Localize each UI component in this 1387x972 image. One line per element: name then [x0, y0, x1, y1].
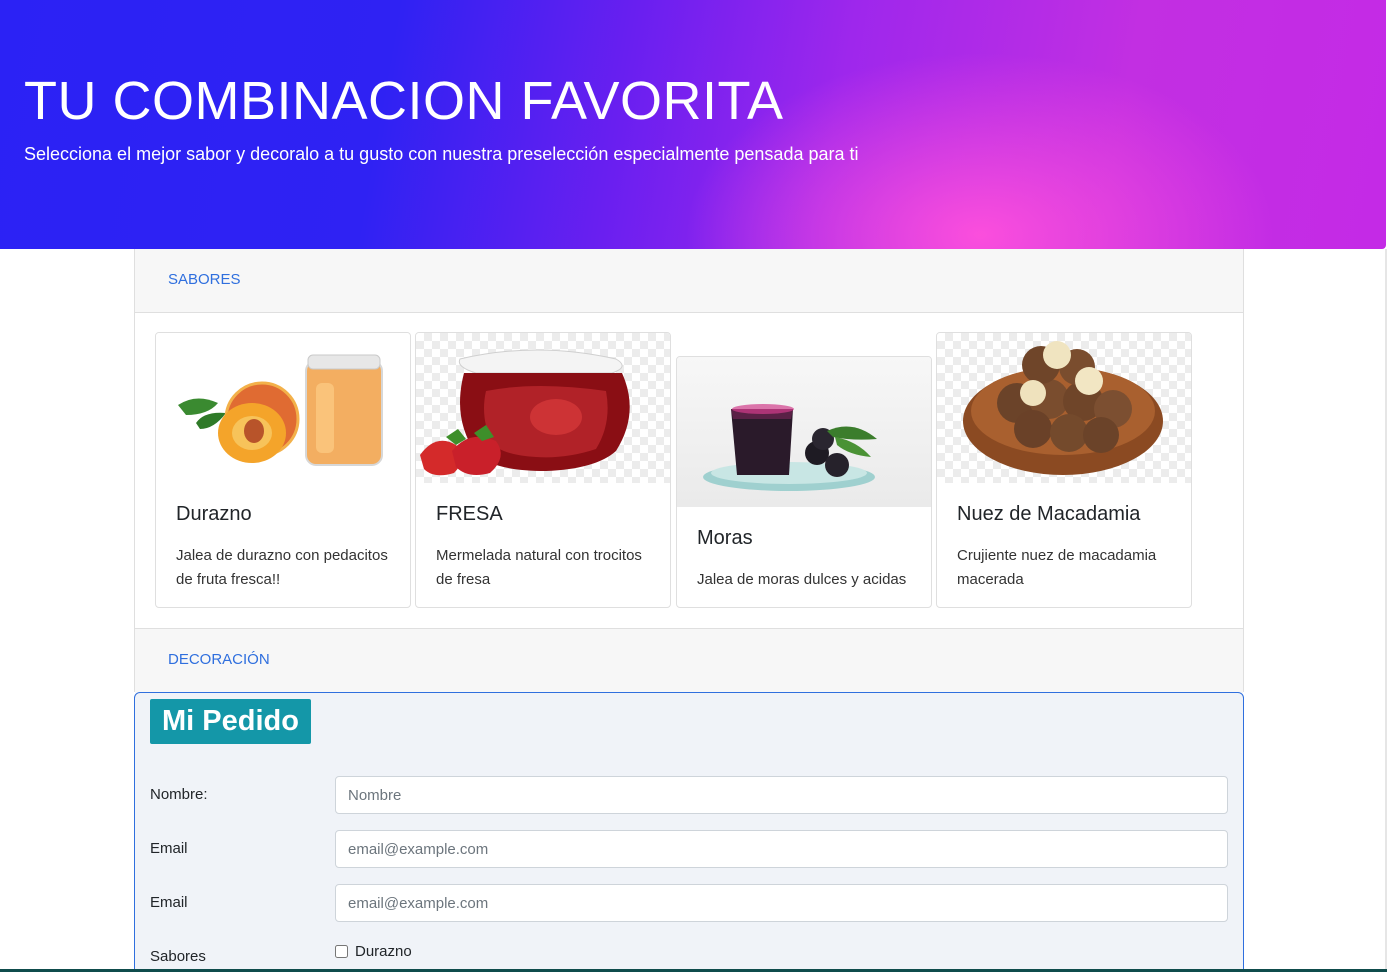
card-fresa[interactable]: FRESA Mermelada natural con trocitos de … — [415, 332, 671, 608]
sabores-link[interactable]: SABORES — [168, 271, 241, 288]
card-title: Moras — [697, 527, 753, 549]
sabores-panel: SABORES Durazno Jalea de durazno con ped… — [134, 249, 1244, 629]
flavor-cards: Durazno Jalea de durazno con pedacitos d… — [135, 313, 1243, 628]
checkbox-durazno[interactable] — [335, 944, 348, 958]
card-text: Jalea de moras dulces y acidas — [697, 571, 907, 588]
email2-input[interactable] — [335, 884, 1228, 922]
checkbox-durazno-row: Durazno — [335, 941, 412, 961]
card-title: Nuez de Macadamia — [957, 503, 1141, 525]
decoracion-panel: DECORACIÓN — [134, 628, 1244, 693]
blackberry-jelly-image — [677, 357, 931, 507]
nombre-row: Nombre: — [150, 776, 1230, 814]
hero-banner: TU COMBINACION FAVORITA Selecciona el me… — [0, 0, 1386, 249]
email-label: Email — [150, 840, 188, 857]
decoracion-header: DECORACIÓN — [135, 629, 1243, 693]
decoracion-link[interactable]: DECORACIÓN — [168, 651, 270, 668]
order-form: Mi Pedido Nombre: Email Email Sabores Du… — [134, 692, 1244, 972]
email2-row: Email — [150, 884, 1230, 922]
sabores-header: SABORES — [135, 249, 1243, 313]
card-text: Crujiente nuez de macadamia macerada — [957, 547, 1157, 588]
nombre-label: Nombre: — [150, 786, 208, 803]
macadamia-bowl-image — [937, 333, 1191, 483]
email2-label: Email — [150, 894, 188, 911]
card-title: FRESA — [436, 503, 503, 525]
card-text: Jalea de durazno con pedacitos de fruta … — [176, 547, 388, 588]
order-title: Mi Pedido — [150, 699, 311, 744]
checkbox-durazno-label: Durazno — [355, 942, 412, 960]
card-moras[interactable]: Moras Jalea de moras dulces y acidas — [676, 356, 932, 608]
peach-jam-image — [156, 333, 410, 483]
hero-title: TU COMBINACION FAVORITA — [24, 71, 784, 131]
sabores-row: Sabores Durazno — [150, 941, 1230, 972]
sabores-checkboxes: Durazno — [335, 941, 412, 972]
card-text: Mermelada natural con trocitos de fresa — [436, 547, 642, 588]
email-input[interactable] — [335, 830, 1228, 868]
card-durazno[interactable]: Durazno Jalea de durazno con pedacitos d… — [155, 332, 411, 608]
email-row: Email — [150, 830, 1230, 868]
card-macadamia[interactable]: Nuez de Macadamia Crujiente nuez de maca… — [936, 332, 1192, 608]
strawberry-jam-image — [416, 333, 670, 483]
sabores-form-label: Sabores — [150, 948, 206, 965]
nombre-input[interactable] — [335, 776, 1228, 814]
hero-subtitle: Selecciona el mejor sabor y decoralo a t… — [24, 144, 859, 164]
card-title: Durazno — [176, 503, 252, 525]
